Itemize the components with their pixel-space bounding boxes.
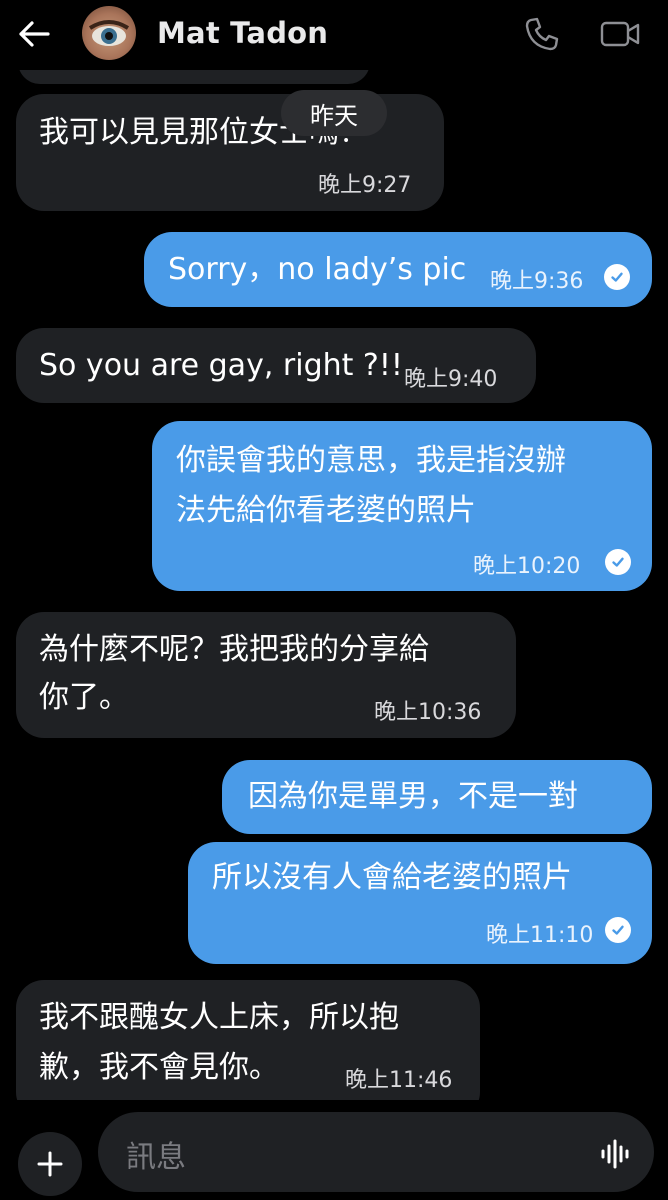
read-checkmark-icon (605, 917, 631, 943)
message-bubble-outgoing[interactable]: Sorry，no lady’s pic 晚上9:36 (144, 232, 652, 307)
message-input[interactable]: 訊息 (98, 1112, 654, 1192)
plus-icon[interactable] (18, 1132, 82, 1196)
read-checkmark-icon (605, 549, 631, 575)
message-text: 所以沒有人會給老婆的照片 (212, 860, 572, 895)
message-text-line: 為什麼不呢？我把我的分享給 (39, 632, 429, 667)
phone-icon[interactable] (522, 14, 562, 54)
message-timestamp: 晚上10:20 (473, 554, 581, 579)
message-input-placeholder: 訊息 (126, 1140, 186, 1175)
message-text-line: 法先給你看老婆的照片 (176, 493, 476, 528)
message-bubble-incoming[interactable]: 我不跟醜女人上床，所以抱 歉，我不會見你。 晚上11:46 (16, 980, 480, 1120)
message-timestamp: 晚上9:36 (490, 269, 584, 294)
read-checkmark-icon (604, 264, 630, 290)
message-timestamp: 晚上9:40 (404, 367, 498, 392)
message-timestamp: 晚上9:27 (318, 173, 412, 198)
message-composer: 訊息 (0, 1100, 668, 1200)
voice-message-icon[interactable] (598, 1136, 634, 1172)
message-text: Sorry，no lady’s pic (168, 252, 467, 287)
message-bubble-outgoing[interactable]: 因為你是單男，不是一對 (222, 760, 652, 834)
message-bubble-outgoing[interactable]: 你誤會我的意思，我是指沒辦 法先給你看老婆的照片 晚上10:20 (152, 421, 652, 591)
message-text-line: 我不跟醜女人上床，所以抱 (39, 1000, 399, 1035)
message-timestamp: 晚上11:10 (486, 923, 594, 948)
message-text-line: 你了。 (39, 680, 129, 715)
date-separator: 昨天 (281, 90, 387, 136)
back-arrow-icon[interactable] (14, 14, 54, 54)
chat-header: Mat Tadon (0, 0, 668, 70)
message-bubble-incoming[interactable]: 為什麼不呢？我把我的分享給 你了。 晚上10:36 (16, 612, 516, 738)
contact-name[interactable]: Mat Tadon (157, 16, 328, 50)
message-bubble-incoming[interactable]: So you are gay, right ?!! 晚上9:40 (16, 328, 536, 403)
message-text: 因為你是單男，不是一對 (248, 779, 578, 814)
video-camera-icon[interactable] (598, 14, 642, 54)
message-text-line: 歉，我不會見你。 (39, 1050, 279, 1085)
message-text-line: 你誤會我的意思，我是指沒辦 (176, 443, 566, 478)
message-text: So you are gay, right ?!! (39, 348, 403, 383)
avatar[interactable] (82, 6, 136, 60)
message-timestamp: 晚上11:46 (345, 1068, 453, 1093)
message-timestamp: 晚上10:36 (374, 700, 482, 725)
message-bubble-outgoing[interactable]: 所以沒有人會給老婆的照片 晚上11:10 (188, 842, 652, 964)
